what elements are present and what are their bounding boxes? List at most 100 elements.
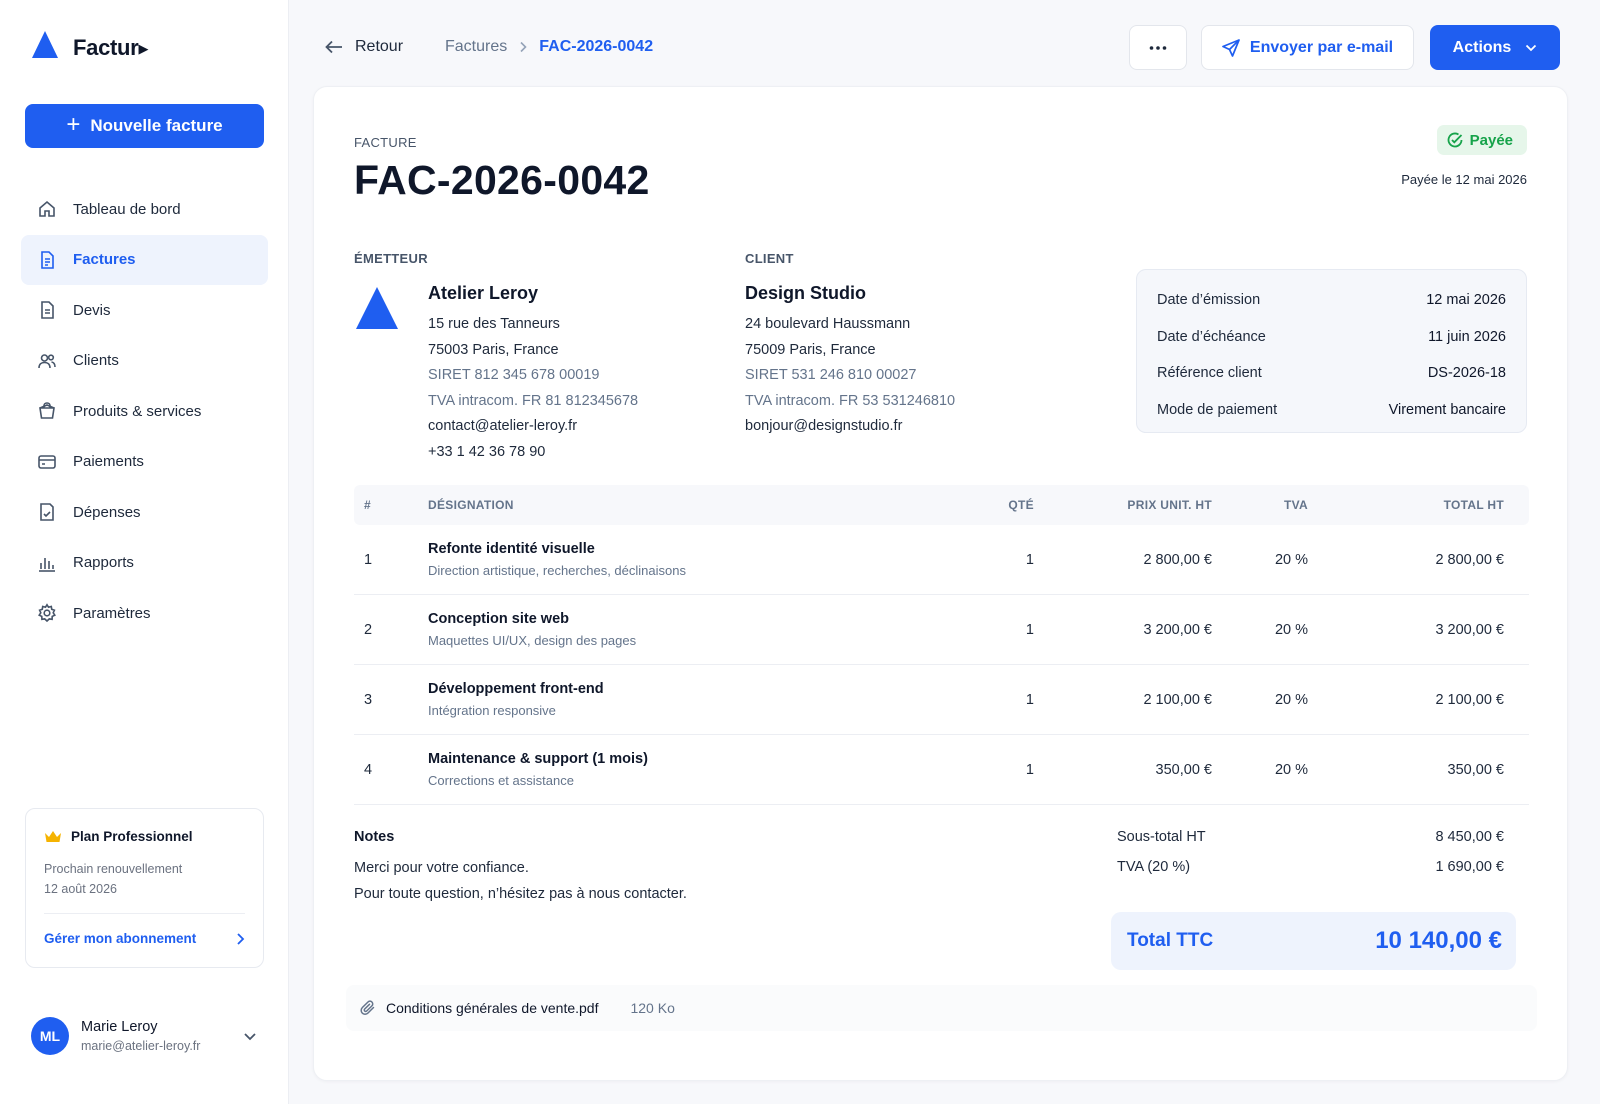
send-email-button[interactable]: Envoyer par e-mail [1201,25,1414,70]
bar-chart-icon [39,557,55,572]
basket-icon [39,402,55,419]
row-unit-price: 350,00 € [1155,761,1212,778]
col-header-vat: TVA [1283,498,1308,512]
sidebar-item-dashboard[interactable]: Tableau de bord [21,184,268,234]
actions-dropdown-button[interactable]: Actions [1430,25,1560,70]
grand-total-value: 10 140,00 € [1375,927,1502,954]
col-header-total: TOTAL HT [1443,498,1504,512]
table-row: 1 Refonte identité visuelle Direction art… [354,525,1529,595]
attachment-item[interactable]: Conditions générales de vente.pdf 120 Ko [346,985,1537,1031]
row-number: 1 [364,551,373,568]
row-quantity: 1 [1025,691,1034,708]
row-total: 3 200,00 € [1435,621,1504,638]
sidebar-item-quotes[interactable]: Devis [21,285,268,335]
status-badge: Payée [1436,125,1527,155]
table-row: 2 Conception site web Maquettes UI/UX, de… [354,595,1529,665]
subtotal-row: Sous-total HT 8 450,00 € [1117,829,1504,845]
sidebar-item-label: Produits & services [73,402,202,420]
divider [44,913,245,914]
sidebar-item-label: Devis [73,301,111,319]
row-unit-price: 2 100,00 € [1143,691,1212,708]
row-quantity: 1 [1025,551,1034,568]
issuer-name: Atelier Leroy [428,283,539,303]
client-section-label: CLIENT [745,251,794,266]
breadcrumb-invoices[interactable]: Factures [445,38,507,56]
row-number: 2 [364,621,373,638]
new-invoice-label: Nouvelle facture [90,116,223,135]
sidebar-item-reports[interactable]: Rapports [21,538,268,588]
row-designation: Refonte identité visuelle Direction artis… [428,541,948,578]
meta-payment-method: Mode de paiement Virement bancaire [1157,401,1506,418]
plus-icon: + [66,111,81,138]
new-invoice-button[interactable]: + Nouvelle facture [25,104,264,148]
user-menu[interactable]: ML Marie Leroy marie@atelier-leroy.fr [31,1017,257,1055]
sidebar-item-invoices[interactable]: Factures [21,234,268,285]
item-title: Développement front-end [428,681,604,697]
item-description: Corrections et assistance [428,773,574,788]
sidebar-item-payments[interactable]: Paiements [21,437,268,487]
plan-renewal: Prochain renouvellement 12 août 2026 [44,862,183,896]
issuer-siret: SIRET 812 345 678 00019 [428,367,600,383]
row-unit-price: 3 200,00 € [1143,621,1212,638]
ellipsis-icon [1149,45,1167,50]
issuer-vat: TVA intracom. FR 81 812345678 [428,392,639,409]
sidebar-item-expenses[interactable]: Dépenses [21,487,268,537]
chevron-right-icon [520,41,527,53]
chevron-down-icon [1526,44,1537,51]
line-items-table: # DÉSIGNATION QTÉ PRIX UNIT. HT TVA TOTA… [354,485,1529,805]
client-details: Design Studio 24 boulevard Haussmann 750… [745,283,955,440]
row-vat: 20 % [1274,691,1308,708]
paid-date: Payée le 12 mai 2026 [1401,172,1527,187]
chevron-right-icon [237,932,245,945]
sidebar-item-settings[interactable]: Paramètres [21,588,268,638]
row-designation: Conception site web Maquettes UI/UX, desi… [428,611,948,648]
issuer-phone: +33 1 42 36 78 90 [428,443,546,460]
crown-icon [45,830,61,842]
notes-section: Notes Merci pour votre confiance. Pour t… [354,829,687,907]
client-vat: TVA intracom. FR 53 531246810 [745,392,956,409]
invoice-meta: Date d’émission 12 mai 2026 Date d’échéan… [1136,269,1527,433]
card-icon [38,454,56,469]
receipt-icon [40,503,54,521]
meta-issue-date: Date d’émission 12 mai 2026 [1157,292,1506,309]
manage-subscription-link[interactable]: Gérer mon abonnement [44,931,245,946]
client-email: bonjour@designstudio.fr [745,418,903,434]
row-vat: 20 % [1274,761,1308,778]
app-name: Factur▶ [73,34,149,60]
invoice-icon [41,250,54,269]
col-header-quantity: QTÉ [1008,498,1034,512]
col-header-designation: DÉSIGNATION [428,498,514,512]
user-name: Marie Leroy [81,1019,158,1035]
document-type: FACTURE [354,135,417,150]
item-description: Intégration responsive [428,703,556,718]
sidebar-item-label: Paramètres [73,604,151,622]
more-options-button[interactable] [1129,25,1187,70]
row-quantity: 1 [1025,761,1034,778]
sidebar-item-products[interactable]: Produits & services [21,386,268,436]
row-quantity: 1 [1025,621,1034,638]
back-button[interactable]: Retour [325,38,403,56]
plan-card: Plan Professionnel Prochain renouvelleme… [25,808,264,968]
sidebar-nav: Tableau de bord Factures Devis Clients P… [21,184,268,639]
row-total: 350,00 € [1447,761,1504,778]
vat-total-row: TVA (20 %) 1 690,00 € [1117,859,1504,875]
item-title: Refonte identité visuelle [428,541,595,557]
client-address-line2: 75009 Paris, France [745,341,876,358]
topbar: Retour Factures FAC-2026-0042 Envoyer pa… [289,0,1600,92]
check-circle-icon [1447,132,1463,148]
row-vat: 20 % [1274,621,1308,638]
chevron-down-icon [244,1033,256,1041]
logo-icon [31,30,59,65]
sidebar-item-clients[interactable]: Clients [21,336,268,386]
meta-client-reference: Référence client DS-2026-18 [1157,365,1506,382]
user-email: marie@atelier-leroy.fr [81,1039,201,1053]
issuer-address-line2: 75003 Paris, France [428,341,559,358]
brand[interactable]: Factur▶ [31,30,148,65]
issuer-email: contact@atelier-leroy.fr [428,418,578,434]
sidebar-item-label: Rapports [73,554,134,571]
attachment-name: Conditions générales de vente.pdf [386,1000,599,1016]
sidebar-item-label: Dépenses [73,503,141,521]
issuer-address-line1: 15 rue des Tanneurs [428,316,560,332]
arrow-left-icon [325,40,342,54]
sidebar-item-label: Factures [73,251,136,268]
